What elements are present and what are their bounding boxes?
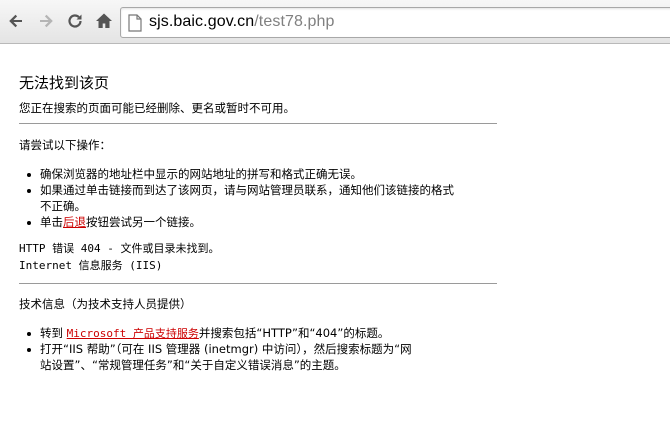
http-error: HTTP 错误 404 - 文件或目录未找到。: [19, 242, 220, 255]
back-prefix: 单击: [40, 215, 63, 229]
try-heading: 请尝试以下操作：: [19, 138, 111, 152]
tech-item1-prefix: 转到: [40, 326, 67, 340]
tech-list: 转到 Microsoft 产品支持服务并搜索包括“HTTP”和“404”的标题。…: [0, 325, 520, 373]
try-item-1: 确保浏览器的地址栏中显示的网站地址的拼写和格式正确无误。: [40, 167, 362, 181]
divider: [19, 283, 497, 284]
page-subtitle: 您正在搜索的页面可能已经删除、更名或暂时不可用。: [19, 101, 295, 115]
list-item: 确保浏览器的地址栏中显示的网站地址的拼写和格式正确无误。: [0, 166, 520, 182]
back-suffix: 按钮尝试另一个链接。: [86, 215, 201, 229]
try-item-2-cont: 不正确。: [40, 199, 86, 213]
home-icon[interactable]: [93, 10, 115, 32]
tech-item2-line2: 站设置”、“常规管理任务”和“关于自定义错误消息”的主题。: [40, 358, 346, 372]
page-title: 无法找到该页: [19, 74, 110, 92]
try-item-2: 如果通过单击链接而到达了该网页，请与网站管理员联系，通知他们该链接的格式: [40, 183, 454, 197]
list-item: 转到 Microsoft 产品支持服务并搜索包括“HTTP”和“404”的标题。: [0, 325, 520, 341]
divider: [19, 123, 497, 124]
url-host: sjs.baic.gov.cn: [149, 13, 255, 30]
forward-arrow-icon[interactable]: [35, 10, 57, 32]
tech-item1-suffix: 并搜索包括“HTTP”和“404”的标题。: [198, 326, 390, 340]
browser-toolbar: sjs.baic.gov.cn/test78.php: [0, 0, 670, 44]
reload-icon[interactable]: [64, 10, 86, 32]
tech-heading: 技术信息（为技术支持人员提供）: [19, 297, 192, 311]
back-arrow-icon[interactable]: [5, 10, 27, 32]
url-path: /test78.php: [254, 13, 335, 30]
iis-info: Internet 信息服务 (IIS): [19, 259, 163, 272]
ms-support-link[interactable]: Microsoft 产品支持服务: [67, 327, 199, 340]
try-list: 确保浏览器的地址栏中显示的网站地址的拼写和格式正确无误。 如果通过单击链接而到达…: [0, 166, 520, 230]
back-link[interactable]: 后退: [63, 215, 86, 229]
address-url[interactable]: sjs.baic.gov.cn/test78.php: [149, 13, 335, 31]
page-icon: [128, 14, 142, 32]
address-bar[interactable]: sjs.baic.gov.cn/test78.php: [120, 7, 670, 38]
list-item: 打开“IIS 帮助”（可在 IIS 管理器 (inetmgr) 中访问），然后搜…: [0, 341, 520, 373]
list-item: 如果通过单击链接而到达了该网页，请与网站管理员联系，通知他们该链接的格式 不正确。: [0, 182, 520, 214]
tech-item2-line1: 打开“IIS 帮助”（可在 IIS 管理器 (inetmgr) 中访问），然后搜…: [40, 342, 412, 356]
list-item: 单击后退按钮尝试另一个链接。: [0, 214, 520, 230]
